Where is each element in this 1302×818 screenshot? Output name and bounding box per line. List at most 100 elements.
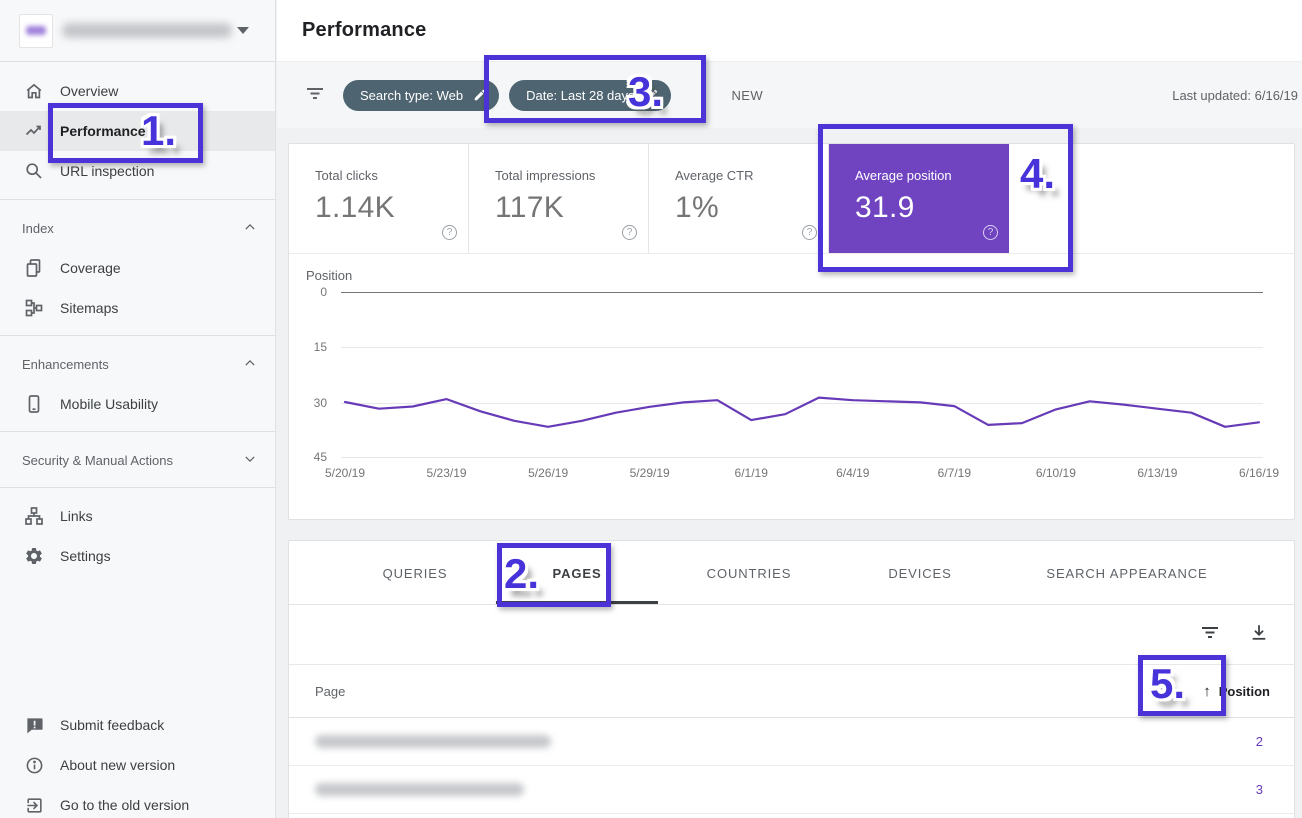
date-filter-chip[interactable]: Date: Last 28 days bbox=[509, 80, 670, 111]
total-clicks-card[interactable]: Total clicks 1.14K ? bbox=[289, 144, 469, 253]
total-impressions-card[interactable]: Total impressions 117K ? bbox=[469, 144, 649, 253]
sidebar-item-label: Links bbox=[60, 508, 93, 524]
section-label: Index bbox=[22, 221, 54, 236]
table-row: 3 bbox=[289, 766, 1294, 814]
page-column-header[interactable]: Page bbox=[315, 684, 345, 699]
position-value: 3 bbox=[1256, 782, 1263, 797]
x-tick-label: 5/26/19 bbox=[528, 466, 568, 480]
page-url-blurred[interactable] bbox=[315, 783, 524, 796]
position-column-header[interactable]: ↑ Position bbox=[1203, 683, 1270, 700]
sidebar-item-submit-feedback[interactable]: Submit feedback bbox=[0, 705, 275, 745]
sidebar-item-label: Submit feedback bbox=[60, 717, 164, 733]
metric-value: 31.9 bbox=[855, 191, 1009, 225]
filter-bar: Search type: Web Date: Last 28 days NEW … bbox=[277, 62, 1302, 128]
sidebar-item-settings[interactable]: Settings bbox=[0, 536, 275, 576]
sidebar-item-mobile-usability[interactable]: Mobile Usability bbox=[0, 384, 275, 424]
sidebar: Overview Performance URL inspection Inde… bbox=[0, 0, 276, 818]
dropdown-caret-icon[interactable] bbox=[237, 27, 249, 34]
exit-icon bbox=[24, 795, 44, 815]
sidebar-item-coverage[interactable]: Coverage bbox=[0, 248, 275, 288]
sort-ascending-icon: ↑ bbox=[1203, 683, 1211, 700]
average-ctr-card[interactable]: Average CTR 1% ? bbox=[649, 144, 829, 253]
table-filter-icon[interactable] bbox=[1200, 625, 1220, 645]
tab-search-appearance[interactable]: SEARCH APPEARANCE bbox=[1046, 541, 1207, 605]
property-selector[interactable] bbox=[0, 0, 275, 62]
site-logo bbox=[19, 14, 53, 48]
table-row: 2 bbox=[289, 718, 1294, 766]
feedback-icon bbox=[24, 715, 44, 735]
sidebar-section-enhancements: Enhancements Mobile Usability bbox=[0, 336, 275, 432]
sidebar-item-label: About new version bbox=[60, 757, 175, 773]
edit-pencil-icon[interactable] bbox=[473, 88, 487, 102]
metric-label: Total impressions bbox=[495, 168, 648, 183]
metrics-filler bbox=[1009, 144, 1294, 253]
info-icon bbox=[24, 755, 44, 775]
x-tick-label: 6/1/19 bbox=[735, 466, 768, 480]
sidebar-item-about-new-version[interactable]: About new version bbox=[0, 745, 275, 785]
section-label: Enhancements bbox=[22, 357, 109, 372]
tab-pages[interactable]: PAGES bbox=[552, 541, 601, 605]
sidebar-item-url-inspection[interactable]: URL inspection bbox=[0, 151, 275, 191]
section-header-index[interactable]: Index bbox=[0, 208, 275, 248]
content-area: Total clicks 1.14K ? Total impressions 1… bbox=[277, 128, 1302, 818]
sidebar-item-performance[interactable]: Performance bbox=[0, 111, 275, 151]
metric-value: 1% bbox=[675, 191, 828, 225]
section-label: Security & Manual Actions bbox=[22, 453, 173, 468]
metric-label: Total clicks bbox=[315, 168, 468, 183]
settings-icon bbox=[24, 546, 44, 566]
position-chart: Position 0 15 30 45 5/20/195/23/195/26/1… bbox=[289, 254, 1294, 519]
filter-list-icon[interactable] bbox=[304, 85, 326, 106]
sidebar-item-label: Overview bbox=[60, 83, 118, 99]
x-tick-label: 6/4/19 bbox=[836, 466, 869, 480]
active-tab-underline bbox=[496, 601, 658, 604]
tab-countries[interactable]: COUNTRIES bbox=[707, 541, 792, 605]
url-inspection-icon bbox=[24, 161, 44, 181]
sidebar-section-security: Security & Manual Actions bbox=[0, 432, 275, 488]
chevron-down-icon bbox=[243, 452, 257, 469]
section-header-enhancements[interactable]: Enhancements bbox=[0, 344, 275, 384]
mobile-usability-icon bbox=[24, 394, 44, 414]
average-position-card[interactable]: Average position 31.9 ? bbox=[829, 144, 1009, 253]
top-bar: Performance bbox=[277, 0, 1302, 62]
position-value: 2 bbox=[1256, 734, 1263, 749]
x-axis-labels: 5/20/195/23/195/26/195/29/196/1/196/4/19… bbox=[289, 254, 1294, 519]
page-url-blurred[interactable] bbox=[315, 735, 551, 748]
sidebar-item-label: Settings bbox=[60, 548, 111, 564]
performance-icon bbox=[24, 121, 44, 141]
home-icon bbox=[24, 81, 44, 101]
sidebar-item-label: Mobile Usability bbox=[60, 396, 158, 412]
sidebar-item-label: Coverage bbox=[60, 260, 121, 276]
help-icon[interactable]: ? bbox=[802, 225, 817, 240]
chevron-up-icon bbox=[243, 220, 257, 237]
tab-queries[interactable]: QUERIES bbox=[383, 541, 448, 605]
x-tick-label: 5/23/19 bbox=[427, 466, 467, 480]
site-name-blurred bbox=[62, 23, 232, 38]
help-icon[interactable]: ? bbox=[622, 225, 637, 240]
sitemaps-icon bbox=[24, 298, 44, 318]
edit-pencil-icon[interactable] bbox=[645, 88, 659, 102]
dimensions-table-card: QUERIES PAGES COUNTRIES DEVICES SEARCH A… bbox=[288, 540, 1295, 818]
chevron-up-icon bbox=[243, 356, 257, 373]
sidebar-item-links[interactable]: Links bbox=[0, 496, 275, 536]
help-icon[interactable]: ? bbox=[983, 225, 998, 240]
sidebar-item-sitemaps[interactable]: Sitemaps bbox=[0, 288, 275, 328]
sidebar-item-overview[interactable]: Overview bbox=[0, 71, 275, 111]
metrics-row: Total clicks 1.14K ? Total impressions 1… bbox=[289, 144, 1294, 254]
sidebar-item-label: Performance bbox=[60, 123, 146, 139]
links-icon bbox=[24, 506, 44, 526]
table-row bbox=[289, 814, 1294, 818]
main-area: Performance Search type: Web Date: Last … bbox=[277, 0, 1302, 818]
table-toolbar bbox=[289, 605, 1294, 664]
sidebar-item-label: URL inspection bbox=[60, 163, 154, 179]
performance-summary-card: Total clicks 1.14K ? Total impressions 1… bbox=[288, 143, 1295, 520]
new-filter-button[interactable]: NEW bbox=[732, 88, 764, 103]
dimension-tabs: QUERIES PAGES COUNTRIES DEVICES SEARCH A… bbox=[289, 541, 1294, 605]
tab-devices[interactable]: DEVICES bbox=[888, 541, 951, 605]
help-icon[interactable]: ? bbox=[442, 225, 457, 240]
search-type-filter-chip[interactable]: Search type: Web bbox=[343, 80, 499, 111]
download-icon[interactable] bbox=[1250, 623, 1268, 647]
x-tick-label: 6/7/19 bbox=[938, 466, 971, 480]
page-title: Performance bbox=[302, 19, 426, 42]
section-header-security-manual-actions[interactable]: Security & Manual Actions bbox=[0, 440, 275, 480]
sidebar-item-go-to-old-version[interactable]: Go to the old version bbox=[0, 785, 275, 818]
